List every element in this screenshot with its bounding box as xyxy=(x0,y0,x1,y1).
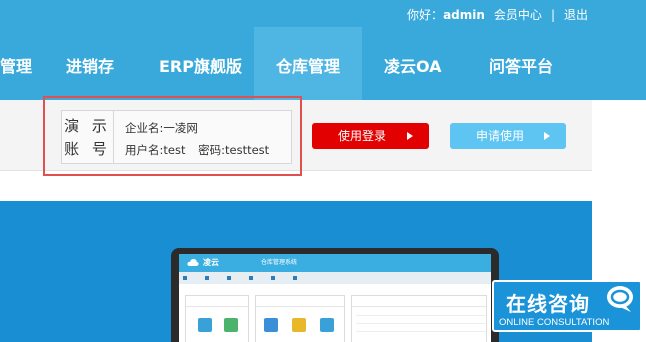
nav-item-label: 仓库管理 xyxy=(275,57,340,76)
table-row xyxy=(356,308,486,316)
topbar-divider: | xyxy=(550,7,555,22)
laptop-mockup: 凌云 仓库管理系统 xyxy=(171,248,499,342)
warehouse-stats-panel xyxy=(255,295,345,342)
app-tab xyxy=(183,274,190,282)
nav-item-inventory[interactable]: 进销存 xyxy=(66,27,126,100)
app-tab xyxy=(205,274,212,282)
nav-item-label: 进销存 xyxy=(66,57,115,76)
quick-entry-panel xyxy=(185,295,249,342)
table-row xyxy=(356,316,486,324)
play-arrow-icon xyxy=(407,132,413,140)
online-consult-widget[interactable]: 在线咨询 ONLINE CONSULTATION xyxy=(492,280,642,332)
play-arrow-icon xyxy=(544,132,550,140)
top-bar: 你好： admin 会员中心 | 退出 xyxy=(0,0,646,27)
login-button-label: 使用登录 xyxy=(338,129,387,143)
chat-bubble-icon xyxy=(607,286,633,312)
module-icon xyxy=(292,318,306,332)
nav-item-management[interactable]: 管理 xyxy=(0,27,44,100)
nav-item-oa[interactable]: 凌云OA xyxy=(384,27,454,100)
apply-button[interactable]: 申请使用 xyxy=(450,123,566,149)
module-icon xyxy=(198,318,212,332)
app-brand-mark: 凌云 xyxy=(203,258,219,267)
cloud-logo-icon xyxy=(187,259,199,266)
app-tab xyxy=(271,274,278,282)
logout-link[interactable]: 退出 xyxy=(564,6,588,23)
module-icon xyxy=(320,318,334,332)
nav-item-label: ERP旗舰版 xyxy=(159,57,242,76)
greeting-text: 你好： xyxy=(407,8,444,22)
nav-item-warehouse[interactable]: 仓库管理 xyxy=(254,27,362,100)
module-icon xyxy=(264,318,278,332)
login-button[interactable]: 使用登录 xyxy=(312,123,429,149)
member-center-link[interactable]: 会员中心 xyxy=(494,6,542,23)
nav-item-label: 凌云OA xyxy=(384,57,442,76)
todo-panel xyxy=(351,295,487,342)
nav-item-label: 问答平台 xyxy=(489,57,554,76)
module-icon xyxy=(224,318,238,332)
nav-item-erp[interactable]: ERP旗舰版 xyxy=(159,27,249,100)
panel-header xyxy=(256,296,344,307)
app-title: 仓库管理系统 xyxy=(261,259,298,266)
app-tabs xyxy=(179,272,491,284)
username-text: admin xyxy=(443,7,485,22)
highlight-box xyxy=(43,96,302,176)
panel-header xyxy=(352,296,486,307)
consult-subtitle: ONLINE CONSULTATION xyxy=(499,317,610,328)
app-tab xyxy=(227,274,234,282)
main-nav: 管理 进销存 ERP旗舰版 仓库管理 凌云OA 问答平台 xyxy=(0,27,646,100)
nav-item-label: 管理 xyxy=(0,57,33,76)
app-screenshot: 凌云 仓库管理系统 xyxy=(179,254,491,342)
nav-item-qa[interactable]: 问答平台 xyxy=(489,27,569,100)
apply-button-label: 申请使用 xyxy=(476,129,525,143)
app-tab xyxy=(293,274,300,282)
app-header: 凌云 仓库管理系统 xyxy=(179,254,491,272)
consult-title: 在线咨询 xyxy=(506,292,590,316)
app-tab xyxy=(249,274,256,282)
table-row xyxy=(356,324,486,332)
panel-header xyxy=(186,296,248,307)
